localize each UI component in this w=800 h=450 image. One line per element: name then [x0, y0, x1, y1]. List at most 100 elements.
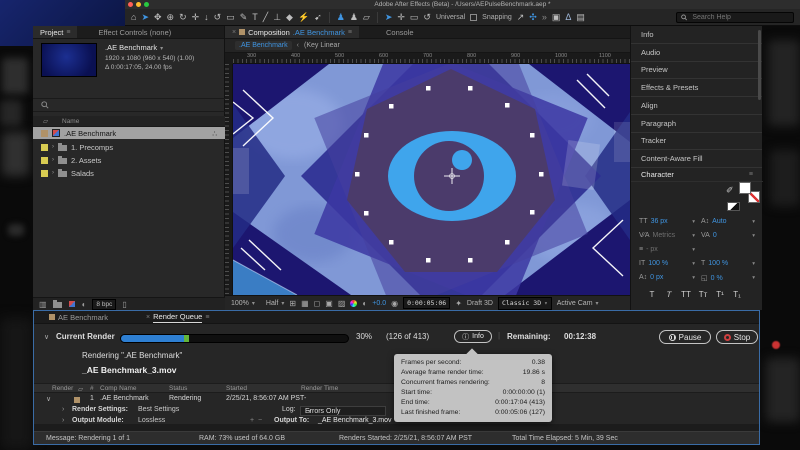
panel-content-aware-fill[interactable]: Content-Aware Fill	[631, 150, 762, 168]
bit-depth-button[interactable]: 8 bpc	[92, 299, 116, 310]
eyedropper-icon[interactable]: ✐	[726, 185, 734, 196]
project-search-row[interactable]	[33, 98, 225, 112]
channel-color-icon[interactable]	[350, 300, 357, 307]
font-size-control[interactable]: TT 36 px▾	[639, 218, 695, 225]
feedback-icon[interactable]: ▤	[576, 9, 585, 25]
tsume-control[interactable]: ◱ 0 %▾	[701, 274, 755, 282]
output-to-value[interactable]: _AE Benchmark_3.mov	[318, 417, 392, 424]
project-item-ae-benchmark[interactable]: .AE Benchmark ∴	[33, 127, 225, 139]
panel-info[interactable]: Info	[631, 26, 762, 44]
selection-mode-icon[interactable]: ➤	[385, 9, 393, 25]
row-label-swatch[interactable]	[74, 397, 80, 403]
expand-icon[interactable]: ›	[52, 144, 54, 150]
tab-console[interactable]: Console	[379, 26, 421, 38]
interpret-footage-icon[interactable]: ▥	[39, 300, 47, 309]
col-comp-name[interactable]: Comp Name	[100, 385, 136, 392]
region-of-interest-icon[interactable]: ▣	[325, 299, 333, 308]
faux-bold-button[interactable]: T	[645, 290, 659, 299]
close-icon[interactable]: ×	[232, 29, 236, 36]
home-icon[interactable]: ⌂	[131, 9, 136, 25]
kerning-control[interactable]: V⁄A Metrics▾	[639, 232, 695, 239]
panel-preview[interactable]: Preview	[631, 62, 762, 80]
expand-icon[interactable]: ›	[52, 170, 54, 176]
tracking-control[interactable]: VA 0▾	[701, 232, 755, 239]
breadcrumb-comp-name[interactable]: .AE Benchmark	[235, 41, 292, 50]
frame-io-icon[interactable]: ▣	[552, 9, 561, 25]
panel-menu-icon[interactable]: ≡	[749, 171, 753, 178]
row-expander[interactable]: ∨	[46, 395, 51, 403]
bounding-box-icon[interactable]: ▭	[410, 9, 419, 25]
output-to-label[interactable]: Output To:	[274, 417, 309, 424]
panel-effects-presets[interactable]: Effects & Presets	[631, 79, 762, 97]
comp-info-name[interactable]: .AE Benchmark	[105, 43, 163, 54]
label-swatch[interactable]	[41, 130, 48, 137]
composition-viewport[interactable]	[233, 64, 630, 295]
superscript-button[interactable]: T¹	[713, 290, 727, 299]
clone-stamp-tool-icon[interactable]: ⊥	[273, 9, 281, 25]
rectangle-tool-icon[interactable]: ▭	[226, 9, 235, 25]
add-shape-icon[interactable]: ✛	[397, 9, 405, 25]
col-label-icon[interactable]: ▱	[78, 385, 83, 393]
panel-menu-icon[interactable]: ≡	[66, 29, 70, 36]
adjust-exposure-icon[interactable]: ◐	[362, 299, 367, 308]
zoom-tool-icon[interactable]: ⊕	[167, 9, 175, 25]
mask-visibility-icon[interactable]: ◻	[314, 299, 321, 308]
orbit-camera-tool-icon[interactable]: ↻	[179, 9, 187, 25]
info-button[interactable]: ⓘ Info	[454, 330, 492, 343]
trash-icon[interactable]: ▯	[122, 300, 126, 309]
baseline-shift-control[interactable]: A↕ 0 px▾	[639, 274, 695, 281]
close-icon[interactable]: ×	[146, 314, 150, 321]
label-swatch[interactable]	[41, 144, 48, 151]
roto-brush-tool-icon[interactable]: ⚡	[298, 9, 309, 25]
output-module-value[interactable]: Lossless	[138, 417, 165, 424]
puppet-pin-tool-icon[interactable]: ➹	[314, 9, 322, 25]
add-output-icon[interactable]: +	[250, 417, 254, 424]
expand-icon[interactable]: ›	[62, 406, 64, 413]
all-caps-button[interactable]: TT	[679, 290, 693, 299]
name-column-header[interactable]: Name	[62, 118, 79, 125]
more-tools-icon[interactable]: »	[542, 9, 547, 25]
adjust-icon[interactable]: ◐	[82, 300, 87, 309]
breadcrumb-back-icon[interactable]: ‹	[297, 42, 299, 49]
transparency-grid-icon[interactable]: ▨	[338, 299, 346, 308]
new-composition-icon[interactable]	[68, 300, 76, 308]
expand-icon[interactable]: ›	[52, 157, 54, 163]
snapping-label[interactable]: Snapping	[482, 14, 512, 21]
stroke-options-swatch[interactable]	[727, 202, 740, 211]
mask-selection-icon[interactable]: ▱	[363, 9, 370, 25]
tab-ae-benchmark-timeline[interactable]: AE Benchmark	[42, 311, 115, 323]
label-swatch[interactable]	[41, 157, 48, 164]
project-item-assets[interactable]: › 2. Assets	[33, 154, 225, 166]
expand-icon[interactable]: ›	[62, 417, 64, 424]
guides-icon[interactable]: ▦	[301, 299, 309, 308]
snapping-checkbox[interactable]	[470, 14, 477, 21]
draft-3d-label[interactable]: Draft 3D	[467, 300, 493, 307]
selection-tool-icon[interactable]: ➤	[141, 9, 149, 25]
log-select[interactable]: Errors Only	[300, 406, 386, 416]
draft-3d-icon[interactable]: ✦	[455, 299, 462, 308]
hand-tool-icon[interactable]: ✥	[154, 9, 162, 25]
tab-render-queue[interactable]: × Render Queue ≡	[139, 311, 216, 323]
reset-icon[interactable]: ↺	[423, 9, 431, 25]
faux-italic-button[interactable]: T	[661, 290, 677, 299]
rotation-tool-icon[interactable]: ↺	[214, 9, 222, 25]
snap-angle-icon[interactable]: ↗	[517, 9, 525, 25]
project-item-precomps[interactable]: › 1. Precomps	[33, 141, 225, 153]
panel-paragraph[interactable]: Paragraph	[631, 115, 762, 133]
panel-audio[interactable]: Audio	[631, 44, 762, 62]
pan-camera-tool-icon[interactable]: ✛	[192, 9, 200, 25]
panel-character-header[interactable]: Character ≡	[631, 168, 763, 182]
sidebar-scrollbar[interactable]	[758, 30, 761, 100]
current-render-expander[interactable]: ∨	[44, 333, 49, 341]
type-tool-icon[interactable]: T	[252, 9, 258, 25]
col-started[interactable]: Started	[226, 385, 247, 392]
horizontal-scale-control[interactable]: T 100 %▾	[701, 260, 755, 267]
new-folder-icon[interactable]	[53, 302, 62, 308]
render-settings-label[interactable]: Render Settings:	[72, 406, 128, 413]
search-help-box[interactable]	[676, 12, 794, 23]
subscript-button[interactable]: T₁	[730, 290, 744, 299]
remove-output-icon[interactable]: −	[258, 417, 262, 424]
brush-tool-icon[interactable]: ╱	[263, 9, 268, 25]
pause-button[interactable]: Pause	[659, 330, 711, 344]
view-select[interactable]: Active Cam	[557, 300, 599, 307]
